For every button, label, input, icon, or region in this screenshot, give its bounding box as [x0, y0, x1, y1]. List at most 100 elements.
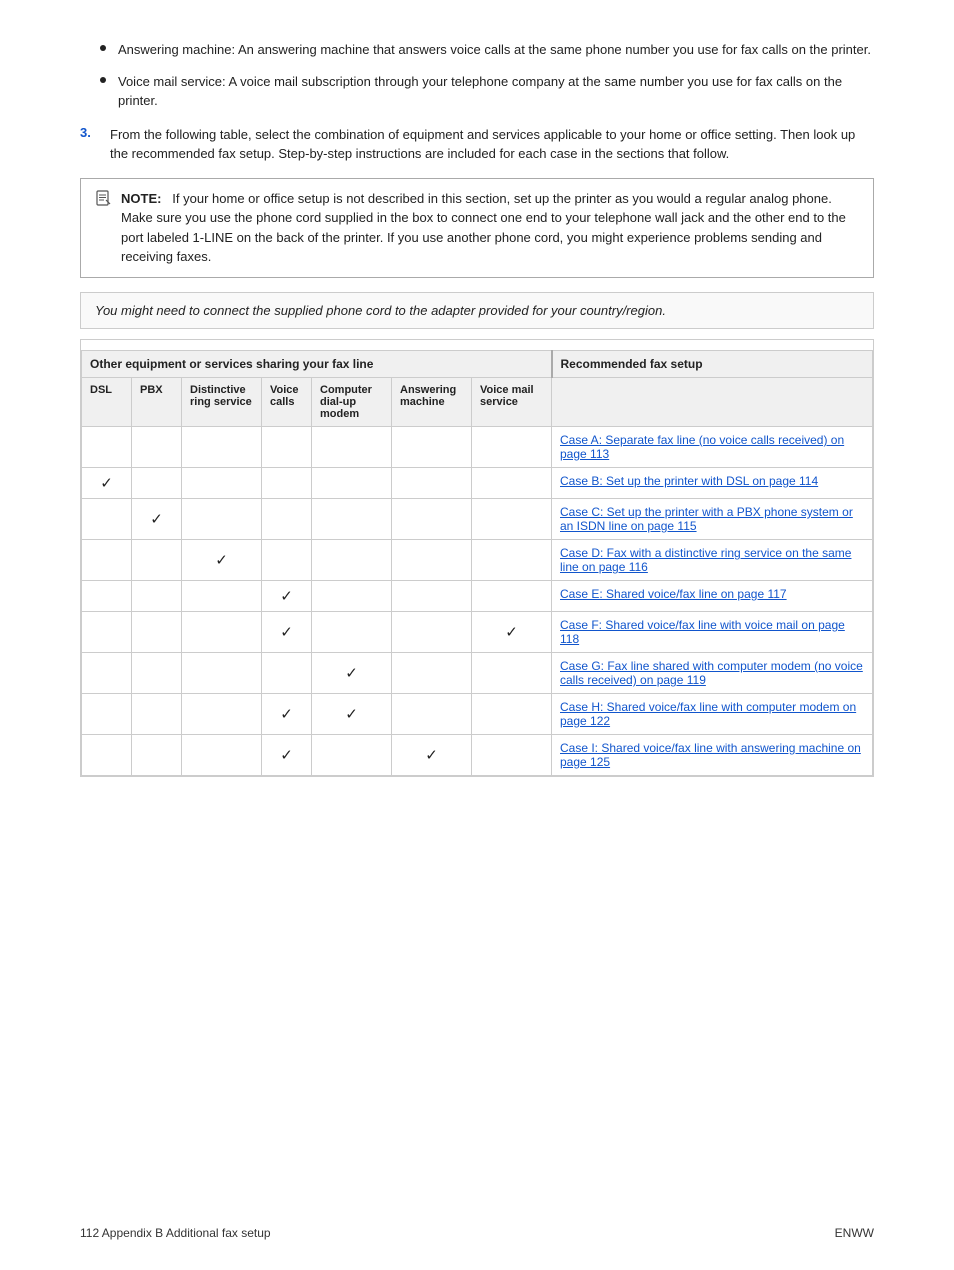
cell-row4-col6 [472, 581, 552, 612]
case-link-3[interactable]: Case D: Fax with a distinctive ring serv… [560, 546, 851, 574]
case-link-5[interactable]: Case F: Shared voice/fax line with voice… [560, 618, 845, 646]
rec-cell-row5[interactable]: Case F: Shared voice/fax line with voice… [552, 612, 873, 653]
cell-row1-col0: ✓ [82, 468, 132, 499]
note-box: NOTE: If your home or office setup is no… [80, 178, 874, 278]
cell-row2-col4 [312, 499, 392, 540]
cell-row7-col5 [392, 694, 472, 735]
checkmark-icon: ✓ [345, 665, 358, 682]
cell-row5-col2 [182, 612, 262, 653]
cell-row6-col4: ✓ [312, 653, 392, 694]
cell-row6-col3 [262, 653, 312, 694]
cell-row8-col6 [472, 735, 552, 776]
cell-row5-col4 [312, 612, 392, 653]
footer-right: ENWW [835, 1226, 874, 1240]
cell-row1-col2 [182, 468, 262, 499]
rec-cell-row3[interactable]: Case D: Fax with a distinctive ring serv… [552, 540, 873, 581]
checkmark-icon: ✓ [150, 511, 163, 528]
cell-row5-col0 [82, 612, 132, 653]
supplied-cord-text: You might need to connect the supplied p… [95, 303, 666, 318]
cell-row5-col5 [392, 612, 472, 653]
cell-row3-col3 [262, 540, 312, 581]
cell-row7-col2 [182, 694, 262, 735]
rec-cell-row0[interactable]: Case A: Separate fax line (no voice call… [552, 427, 873, 468]
rec-cell-row7[interactable]: Case H: Shared voice/fax line with compu… [552, 694, 873, 735]
cell-row2-col3 [262, 499, 312, 540]
case-link-1[interactable]: Case B: Set up the printer with DSL on p… [560, 474, 818, 488]
cell-row7-col1 [132, 694, 182, 735]
supplied-cord-note: You might need to connect the supplied p… [80, 292, 874, 330]
note-label: NOTE: [121, 191, 161, 206]
cell-row7-col6 [472, 694, 552, 735]
col-pbx: PBX [132, 378, 182, 427]
table-row: ✓ Case D: Fax with a distinctive ring ser… [82, 540, 873, 581]
case-link-7[interactable]: Case H: Shared voice/fax line with compu… [560, 700, 856, 728]
note-text: If your home or office setup is not desc… [121, 191, 846, 265]
cell-row3-col6 [472, 540, 552, 581]
cell-row8-col2 [182, 735, 262, 776]
cell-row0-col5 [392, 427, 472, 468]
cell-row8-col0 [82, 735, 132, 776]
checkmark-icon: ✓ [345, 706, 358, 723]
checkmark-icon: ✓ [280, 747, 293, 764]
cell-row3-col5 [392, 540, 472, 581]
step-3-text: From the following table, select the com… [110, 125, 874, 164]
checkmark-icon: ✓ [280, 706, 293, 723]
case-link-6[interactable]: Case G: Fax line shared with computer mo… [560, 659, 863, 687]
rec-cell-row6[interactable]: Case G: Fax line shared with computer mo… [552, 653, 873, 694]
fax-setup-table-wrapper: Other equipment or services sharing your… [80, 339, 874, 777]
table-col-headers: DSL PBX Distinctive ring service Voice c… [82, 378, 873, 427]
table-row: ✓ Case C: Set up the printer with a PBX p… [82, 499, 873, 540]
cell-row0-col2 [182, 427, 262, 468]
cell-row4-col1 [132, 581, 182, 612]
bullet-dot-2 [100, 77, 106, 83]
cell-row0-col4 [312, 427, 392, 468]
group-header: Other equipment or services sharing your… [82, 351, 552, 378]
cell-row4-col3: ✓ [262, 581, 312, 612]
rec-cell-row2[interactable]: Case C: Set up the printer with a PBX ph… [552, 499, 873, 540]
note-icon [95, 190, 113, 214]
step-3: 3. From the following table, select the … [80, 125, 874, 164]
cell-row8-col5: ✓ [392, 735, 472, 776]
cell-row8-col1 [132, 735, 182, 776]
cell-row6-col6 [472, 653, 552, 694]
cell-row3-col2: ✓ [182, 540, 262, 581]
col-distinctive: Distinctive ring service [182, 378, 262, 427]
rec-cell-row1[interactable]: Case B: Set up the printer with DSL on p… [552, 468, 873, 499]
fax-setup-table: Other equipment or services sharing your… [81, 350, 873, 776]
cell-row4-col5 [392, 581, 472, 612]
cell-row0-col6 [472, 427, 552, 468]
cell-row4-col4 [312, 581, 392, 612]
case-link-8[interactable]: Case I: Shared voice/fax line with answe… [560, 741, 861, 769]
case-link-4[interactable]: Case E: Shared voice/fax line on page 11… [560, 587, 787, 601]
col-modem: Computer dial-up modem [312, 378, 392, 427]
cell-row1-col3 [262, 468, 312, 499]
cell-row6-col2 [182, 653, 262, 694]
rec-cell-row4[interactable]: Case E: Shared voice/fax line on page 11… [552, 581, 873, 612]
checkmark-icon: ✓ [425, 747, 438, 764]
case-link-2[interactable]: Case C: Set up the printer with a PBX ph… [560, 505, 853, 533]
col-answering: Answering machine [392, 378, 472, 427]
cell-row2-col6 [472, 499, 552, 540]
col-voicemail: Voice mail service [472, 378, 552, 427]
bullet-dot-1 [100, 45, 106, 51]
cell-row6-col0 [82, 653, 132, 694]
bullet-item-1: Answering machine: An answering machine … [80, 40, 874, 60]
cell-row7-col4: ✓ [312, 694, 392, 735]
table-row: Case A: Separate fax line (no voice call… [82, 427, 873, 468]
case-link-0[interactable]: Case A: Separate fax line (no voice call… [560, 433, 844, 461]
checkmark-icon: ✓ [280, 588, 293, 605]
cell-row4-col0 [82, 581, 132, 612]
rec-cell-row8[interactable]: Case I: Shared voice/fax line with answe… [552, 735, 873, 776]
cell-row2-col0 [82, 499, 132, 540]
cell-row3-col0 [82, 540, 132, 581]
note-content: NOTE: If your home or office setup is no… [121, 189, 859, 267]
cell-row3-col1 [132, 540, 182, 581]
cell-row1-col6 [472, 468, 552, 499]
checkmark-icon: ✓ [505, 624, 518, 641]
table-row: ✓✓Case F: Shared voice/fax line with voi… [82, 612, 873, 653]
bullet-section: Answering machine: An answering machine … [80, 40, 874, 111]
bullet-text-1: Answering machine: An answering machine … [118, 40, 871, 60]
cell-row8-col3: ✓ [262, 735, 312, 776]
checkmark-icon: ✓ [215, 552, 228, 569]
cell-row2-col2 [182, 499, 262, 540]
